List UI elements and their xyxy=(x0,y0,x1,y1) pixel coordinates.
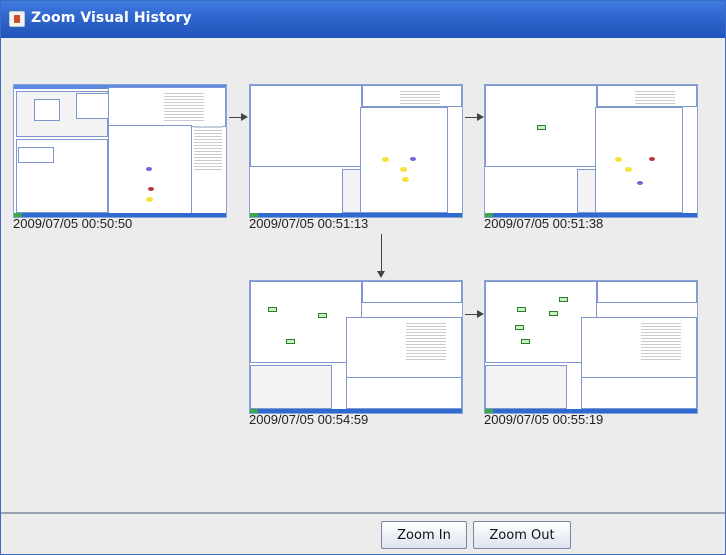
title-bar[interactable]: Zoom Visual History xyxy=(1,1,725,38)
snapshot-timestamp-4: 2009/07/05 00:54:59 xyxy=(249,412,369,427)
snapshot-timestamp-2: 2009/07/05 00:51:13 xyxy=(249,216,369,231)
history-canvas: 2009/07/05 00:50:50 2009/07/05 00:51:13 xyxy=(1,38,725,512)
button-bar: Zoom In Zoom Out xyxy=(1,514,725,554)
snapshot-thumbnail-4[interactable] xyxy=(249,280,463,414)
snapshot-thumbnail-5[interactable] xyxy=(484,280,698,414)
arrow-head-1-to-2 xyxy=(241,113,248,121)
snapshot-thumbnail-2[interactable] xyxy=(249,84,463,218)
snapshot-timestamp-3: 2009/07/05 00:51:38 xyxy=(484,216,604,231)
snapshot-timestamp-5: 2009/07/05 00:55:19 xyxy=(484,412,604,427)
arrow-head-2-to-4 xyxy=(377,271,385,278)
java-app-icon xyxy=(9,11,25,27)
arrow-head-2-to-3 xyxy=(477,113,484,121)
zoom-in-button[interactable]: Zoom In xyxy=(381,521,467,549)
arrow-head-4-to-5 xyxy=(477,310,484,318)
zoom-visual-history-window: Zoom Visual History 2009/07/05 00:50:50 xyxy=(0,0,726,555)
snapshot-thumbnail-1[interactable] xyxy=(13,84,227,218)
snapshot-thumbnail-3[interactable] xyxy=(484,84,698,218)
window-title: Zoom Visual History xyxy=(31,10,192,26)
zoom-out-button[interactable]: Zoom Out xyxy=(473,521,571,549)
snapshot-timestamp-1: 2009/07/05 00:50:50 xyxy=(13,216,133,231)
arrow-2-to-4 xyxy=(381,234,382,272)
